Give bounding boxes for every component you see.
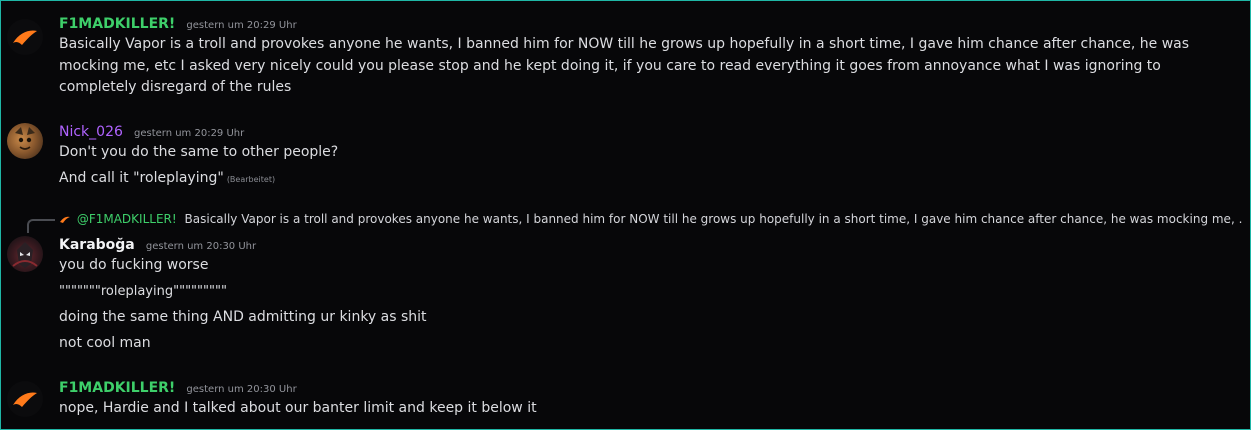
message-header: F1MADKILLER! gestern um 20:30 Uhr [59, 377, 297, 396]
message-text: nope, Hardie and I talked about our bant… [59, 400, 537, 416]
message-text: Don't you do the same to other people? [59, 144, 339, 160]
mclaren-mini-icon [59, 213, 73, 228]
reply-preview[interactable]: @F1MADKILLER! Basically Vapor is a troll… [59, 212, 1242, 228]
mclaren-logo-icon[interactable] [7, 19, 43, 55]
reply-text[interactable]: Basically Vapor is a troll and provokes … [185, 212, 1242, 226]
username[interactable]: Karaboğa [59, 237, 135, 253]
reply-author[interactable]: @F1MADKILLER! [77, 212, 177, 226]
username[interactable]: F1MADKILLER! [59, 16, 175, 32]
message-text: not cool man [59, 335, 151, 351]
message-text: doing the same thing AND admitting ur ki… [59, 309, 427, 325]
username[interactable]: Nick_026 [59, 124, 123, 140]
message-header: Nick_026 gestern um 20:29 Uhr [59, 121, 244, 140]
message-header: Karaboğa gestern um 20:30 Uhr [59, 234, 256, 253]
timestamp[interactable]: gestern um 20:30 Uhr [186, 384, 296, 395]
message-text: you do fucking worse [59, 257, 209, 273]
timestamp[interactable]: gestern um 20:29 Uhr [134, 128, 244, 139]
message-text-edited-row: And call it "roleplaying" (Bearbeitet) [59, 168, 1236, 191]
message-text: """""""roleplaying""""""""" [59, 284, 227, 299]
message-header: F1MADKILLER! gestern um 20:29 Uhr [59, 13, 297, 32]
cartoon-avatar-icon[interactable] [7, 123, 43, 159]
reply-connector [27, 219, 55, 233]
mclaren-logo-icon[interactable] [7, 381, 43, 417]
timestamp[interactable]: gestern um 20:29 Uhr [186, 20, 296, 31]
timestamp[interactable]: gestern um 20:30 Uhr [146, 241, 256, 252]
message-text: Basically Vapor is a troll and provokes … [59, 36, 1190, 95]
edited-label: (Bearbeitet) [226, 175, 276, 184]
username[interactable]: F1MADKILLER! [59, 380, 175, 396]
message-text: And call it "roleplaying" [59, 170, 224, 186]
chat-frame: F1MADKILLER! gestern um 20:29 Uhr Basica… [0, 0, 1251, 430]
dark-knight-avatar-icon[interactable] [7, 236, 43, 272]
